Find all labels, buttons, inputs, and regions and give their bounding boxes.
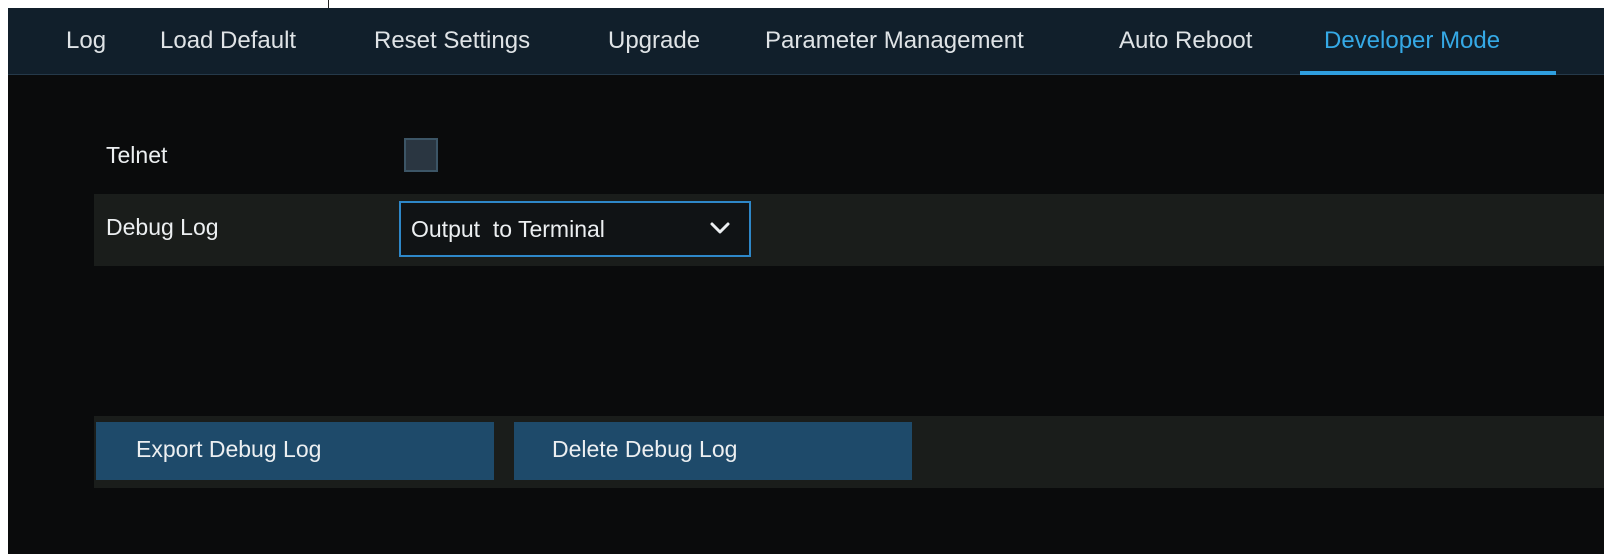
window-edge-marker — [328, 0, 329, 8]
export-debug-log-button[interactable]: Export Debug Log — [96, 422, 494, 480]
tab-upgrade[interactable]: Upgrade — [608, 8, 700, 74]
debug-log-select[interactable]: Output to Terminal — [399, 201, 751, 257]
tab-log[interactable]: Log — [66, 8, 106, 74]
tab-load-default[interactable]: Load Default — [160, 8, 296, 74]
delete-debug-log-button[interactable]: Delete Debug Log — [514, 422, 912, 480]
telnet-label: Telnet — [106, 142, 168, 168]
chevron-down-icon — [710, 222, 730, 234]
tab-bar: Log Load Default Reset Settings Upgrade … — [8, 8, 1604, 75]
active-tab-indicator — [1300, 71, 1556, 75]
debug-log-row — [94, 194, 1604, 266]
debug-log-label: Debug Log — [106, 214, 219, 240]
tab-auto-reboot[interactable]: Auto Reboot — [1119, 8, 1252, 74]
debug-log-select-value: Output to Terminal — [411, 216, 605, 242]
tab-reset-settings[interactable]: Reset Settings — [374, 8, 530, 74]
tab-developer-mode[interactable]: Developer Mode — [1324, 8, 1500, 74]
developer-mode-panel: Log Load Default Reset Settings Upgrade … — [8, 8, 1604, 554]
tab-parameter-management[interactable]: Parameter Management — [765, 8, 1024, 74]
telnet-checkbox[interactable] — [404, 138, 438, 172]
